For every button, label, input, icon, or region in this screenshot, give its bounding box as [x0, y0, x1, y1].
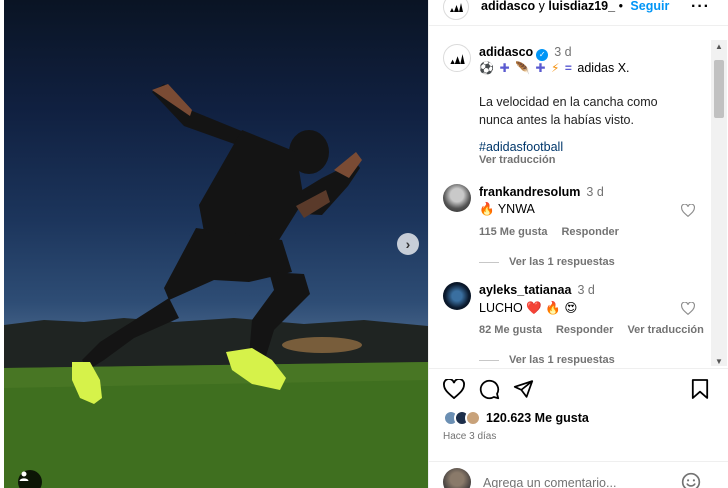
comment-heart-icon[interactable]	[681, 204, 695, 217]
header-username-1[interactable]: adidasco	[481, 0, 535, 13]
comment-heart-icon[interactable]	[681, 302, 695, 315]
current-user-avatar[interactable]	[443, 468, 471, 488]
likes-summary[interactable]: 120.623 Me gusta	[443, 409, 589, 427]
fire-emoji: 🔥	[479, 202, 495, 216]
scrollbar-thumb[interactable]	[714, 60, 724, 118]
post-header: adidasco y luisdiaz19_ • Seguir ···	[429, 0, 728, 26]
comment-reply-button[interactable]: Responder	[556, 324, 613, 336]
post-actions: 120.623 Me gusta Hace 3 días	[429, 368, 728, 488]
comment-likes[interactable]: 82 Me gusta	[479, 324, 542, 336]
equals-icon: =	[564, 61, 572, 75]
post-photo	[4, 84, 428, 488]
comment-time[interactable]: 3 d	[586, 185, 603, 199]
more-options-icon[interactable]: ···	[691, 0, 710, 16]
emoji-picker-icon[interactable]	[681, 472, 701, 488]
post-timestamp[interactable]: Hace 3 días	[443, 431, 496, 442]
heart-icon[interactable]	[443, 379, 465, 399]
next-media-button[interactable]: ›	[397, 233, 419, 255]
post-media[interactable]: ›	[4, 0, 428, 488]
header-joiner: y	[535, 0, 549, 13]
lightning-icon: ⚡	[550, 61, 560, 75]
comment-emojis: ❤️ 🔥 😍	[526, 301, 578, 315]
caption-username[interactable]: adidasco	[479, 45, 533, 59]
comment-username[interactable]: ayleks_tatianaa	[479, 283, 571, 297]
view-replies-link[interactable]: Ver las 1 respuestas	[479, 256, 615, 268]
comment-username[interactable]: frankandresolum	[479, 185, 580, 199]
author-avatar[interactable]	[443, 0, 469, 20]
comment-likes[interactable]: 115 Me gusta	[479, 226, 547, 238]
comment-bar	[429, 461, 728, 488]
comment-text: 🔥 YNWA	[479, 202, 535, 217]
comment-translate-link[interactable]: Ver traducción	[627, 324, 703, 336]
comment-reply-button[interactable]: Responder	[561, 226, 618, 238]
header-bullet: •	[615, 0, 627, 13]
user-icon	[19, 471, 29, 481]
share-icon[interactable]	[513, 379, 534, 399]
caption-avatar[interactable]	[443, 44, 471, 72]
scroll-up-arrow-icon[interactable]: ▲	[715, 42, 723, 51]
caption-emoji-line-suffix: adidas X.	[577, 61, 630, 75]
comment-text: LUCHO ❤️ 🔥 😍	[479, 300, 577, 316]
liker-avatar	[465, 410, 481, 426]
plus-icon: ✚	[535, 61, 546, 75]
post-side-panel: adidasco y luisdiaz19_ • Seguir ··· adid…	[428, 0, 728, 488]
tagged-users-button[interactable]	[18, 470, 42, 488]
comment-input[interactable]	[483, 476, 673, 488]
bookmark-icon[interactable]	[691, 379, 709, 399]
comments-scrollbar[interactable]: ▲ ▼	[711, 40, 727, 366]
likes-count: 120.623	[486, 411, 532, 425]
comment-icon[interactable]	[479, 379, 500, 400]
comment-text-body: YNWA	[497, 202, 535, 216]
follow-button[interactable]: Seguir	[630, 0, 669, 13]
comment-meta: 115 Me gusta Responder	[479, 226, 633, 238]
soccer-ball-icon: ⚽	[479, 61, 494, 75]
commenter-avatar[interactable]	[443, 184, 471, 212]
comments-scroll-area[interactable]: adidasco ✓ 3 d ⚽ ✚ 🪶 ✚ ⚡ = adidas X. La ve…	[429, 34, 711, 368]
scroll-down-arrow-icon[interactable]: ▼	[715, 357, 723, 366]
view-replies-link[interactable]: Ver las 1 respuestas	[479, 354, 615, 366]
header-username-2[interactable]: luisdiaz19_	[548, 0, 615, 13]
caption-hashtag[interactable]: #adidasfootball	[479, 140, 563, 154]
verified-badge-icon: ✓	[536, 49, 549, 61]
likes-count-text[interactable]: 120.623 Me gusta	[486, 411, 589, 425]
feather-icon: 🪶	[514, 61, 530, 75]
adidas-logo-icon	[450, 3, 463, 12]
post-header-text: adidasco y luisdiaz19_ • Seguir	[481, 0, 669, 13]
plus-icon: ✚	[499, 61, 510, 75]
chevron-right-icon: ›	[405, 236, 411, 252]
caption-header: adidasco ✓ 3 d	[479, 45, 572, 61]
comment-header: ayleks_tatianaa 3 d	[479, 283, 595, 297]
commenter-avatar[interactable]	[443, 282, 471, 310]
comment-text-body: LUCHO	[479, 301, 523, 315]
comment-header: frankandresolum 3 d	[479, 185, 604, 199]
adidas-logo-icon	[450, 53, 465, 64]
caption-description: La velocidad en la cancha como nunca ant…	[479, 95, 658, 127]
likes-suffix: Me gusta	[534, 411, 589, 425]
caption-time[interactable]: 3 d	[554, 45, 571, 59]
caption-translate-link[interactable]: Ver traducción	[479, 154, 555, 166]
comment-meta: 82 Me gusta Responder Ver traducción	[479, 324, 711, 336]
comment-time[interactable]: 3 d	[577, 283, 594, 297]
caption-emoji-line: ⚽ ✚ 🪶 ✚ ⚡ = adidas X.	[479, 61, 630, 75]
